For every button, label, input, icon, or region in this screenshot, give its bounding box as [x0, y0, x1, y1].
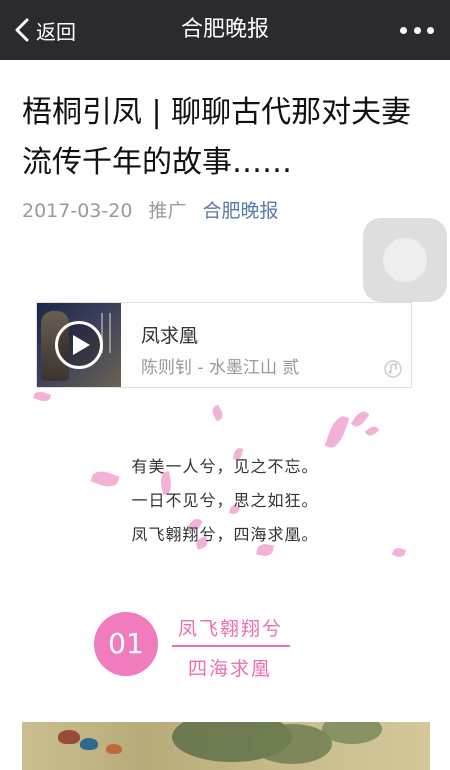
petal-decoration	[350, 408, 370, 430]
article-meta: 2017-03-20 推广 合肥晚报	[22, 196, 279, 223]
painting-bird	[58, 730, 80, 744]
poem-line: 有美一人兮，见之不忘。	[131, 457, 319, 476]
petal-decoration	[32, 389, 52, 404]
more-icon	[400, 26, 407, 34]
poem-block: 有美一人兮，见之不忘。 一日不见兮，思之如狂。 凤飞翱翔兮，四海求凰。	[0, 450, 450, 552]
section-heading: 凤飞翱翔兮	[178, 618, 284, 640]
article-date: 2017-03-20	[22, 200, 133, 222]
painting-foliage	[252, 724, 332, 764]
page-title: 合肥晚报	[180, 17, 269, 42]
section-divider	[172, 645, 290, 647]
petal-decoration	[210, 404, 225, 422]
article-painting-image[interactable]	[22, 722, 430, 770]
more-icon-dot	[427, 26, 434, 34]
article-tag: 推广	[148, 200, 187, 222]
album-cover	[37, 303, 121, 387]
music-note-icon	[384, 360, 402, 378]
poem-line: 一日不见兮，思之如狂。	[131, 491, 319, 510]
music-card[interactable]: 凤求凰 陈则钊 - 水墨江山 贰	[36, 302, 412, 388]
section-number-badge: 01	[94, 612, 158, 676]
painting-bird	[80, 738, 98, 750]
top-navbar: 返回 合肥晚报	[0, 0, 450, 60]
poem-line: 凤飞翱翔兮，四海求凰。	[131, 525, 319, 544]
floating-widget[interactable]	[363, 218, 447, 302]
play-button[interactable]	[55, 321, 103, 369]
section-subheading: 四海求凰	[188, 658, 273, 680]
petal-decoration	[324, 413, 350, 451]
music-artist: 陈则钊 - 水墨江山 贰	[141, 358, 300, 378]
more-button[interactable]	[400, 18, 434, 42]
painting-bird	[106, 744, 122, 754]
play-icon	[73, 335, 90, 355]
author-link[interactable]: 合肥晚报	[203, 200, 279, 222]
floating-widget-icon	[383, 238, 427, 282]
more-icon-dot	[413, 26, 421, 34]
article-title: 梧桐引凤 | 聊聊古代那对夫妻流传千年的故事……	[22, 95, 412, 180]
petal-decoration	[364, 424, 380, 438]
music-title: 凤求凰	[141, 325, 199, 347]
